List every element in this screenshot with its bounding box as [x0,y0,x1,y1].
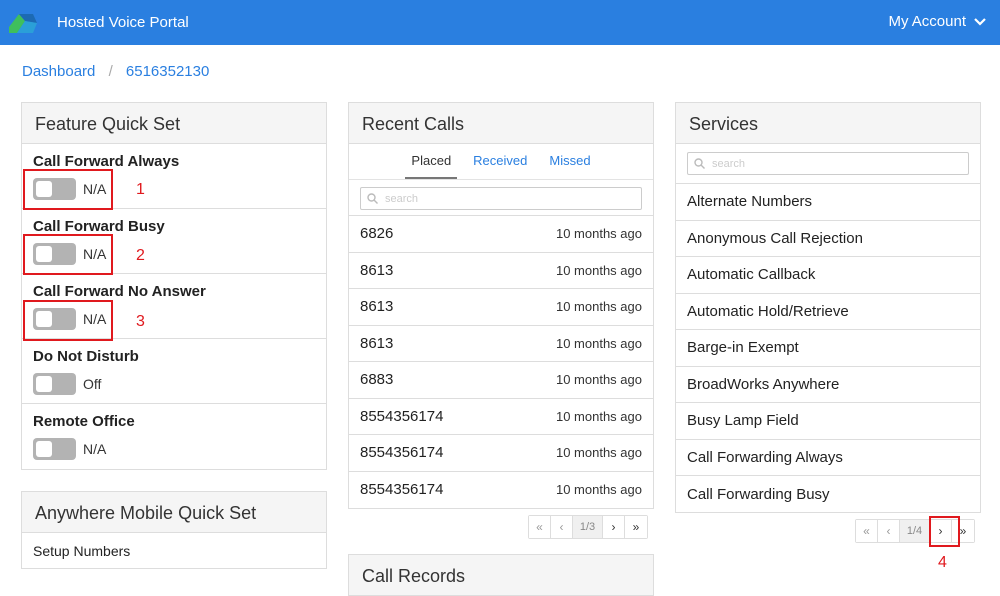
call-number: 6826 [360,225,394,243]
first-page-button[interactable]: « [529,516,551,538]
call-row[interactable]: 8554356174 10 months ago [349,399,653,435]
annotation-highlight-box [23,169,113,210]
service-item[interactable]: Automatic Hold/Retrieve [676,294,980,330]
annotation-highlight-box [23,300,113,341]
page-indicator: 1/4 [900,520,930,542]
call-row[interactable]: 8613 10 months ago [349,289,653,326]
call-time: 10 months ago [555,262,642,278]
do-not-disturb-toggle[interactable] [33,373,76,395]
call-row[interactable]: 8554356174 10 months ago [349,472,653,509]
toggle-value: Off [83,376,102,392]
service-item[interactable]: Automatic Callback [676,257,980,294]
recent-calls-search-box [360,187,642,210]
my-account-label: My Account [888,13,966,30]
service-item[interactable]: Call Forwarding Always [676,440,980,476]
toggle-value: N/A [83,441,107,457]
feature-label: Call Forward No Answer [33,283,206,300]
call-time: 10 months ago [555,372,642,388]
annotation-number: 2 [136,247,145,264]
page-indicator: 1/3 [573,516,603,538]
feature-quick-set-title: Feature Quick Set [22,103,326,144]
services-search-box [687,152,969,175]
annotation-highlight-box [929,516,960,547]
call-time: 10 months ago [555,226,642,242]
toggle-knob [36,376,52,392]
call-row[interactable]: 6826 10 months ago [349,216,653,253]
recent-calls-list: 6826 10 months ago 8613 10 months ago 8613… [349,216,653,508]
prev-page-button[interactable]: ‹ [551,516,573,538]
recent-calls-search-row [349,180,653,216]
call-number: 8613 [360,298,394,316]
call-row[interactable]: 8554356174 10 months ago [349,435,653,472]
feature-label: Do Not Disturb [33,348,139,365]
call-number: 8613 [360,261,394,279]
recent-calls-title: Recent Calls [349,103,653,144]
breadcrumb-separator: / [108,63,113,80]
prev-page-button[interactable]: ‹ [878,520,900,542]
annotation-highlight-box [23,234,113,275]
first-page-button[interactable]: « [856,520,878,542]
last-page-button[interactable]: » [625,516,647,538]
call-row[interactable]: 8613 10 months ago [349,253,653,289]
call-number: 8613 [360,334,394,352]
search-icon [367,193,378,204]
service-item[interactable]: Anonymous Call Rejection [676,221,980,257]
feature-quick-set-panel: Feature Quick Set Call Forward Always N/… [21,102,327,470]
call-records-title: Call Records [349,555,653,596]
my-account-menu[interactable]: My Account [888,13,986,30]
top-nav-bar: Hosted Voice Portal My Account [0,0,1000,45]
anywhere-mobile-panel: Anywhere Mobile Quick Set Setup Numbers [21,491,327,569]
annotation-number: 4 [938,554,947,571]
portal-logo-icon [9,14,37,33]
breadcrumb-current-number[interactable]: 6516352130 [126,63,209,80]
chevron-down-icon [974,17,986,26]
services-search-row [676,144,980,184]
recent-calls-tabs: Placed Received Missed [349,144,653,180]
call-row[interactable]: 8613 10 months ago [349,326,653,362]
recent-calls-search-input[interactable] [361,188,641,209]
feature-row-do-not-disturb: Do Not Disturb Off [22,339,326,404]
feature-label: Call Forward Always [33,153,180,170]
call-time: 10 months ago [555,408,642,424]
call-time: 10 months ago [555,299,642,315]
call-number: 6883 [360,371,394,389]
feature-row-remote-office: Remote Office N/A [22,404,326,469]
next-page-button[interactable]: › [603,516,625,538]
feature-label: Call Forward Busy [33,218,165,235]
call-time: 10 months ago [555,482,642,498]
service-item[interactable]: Busy Lamp Field [676,403,980,440]
service-item[interactable]: BroadWorks Anywhere [676,367,980,403]
setup-numbers-link[interactable]: Setup Numbers [22,533,326,568]
toggle-knob [36,441,52,457]
tab-received[interactable]: Received [467,153,533,179]
feature-label: Remote Office [33,413,135,430]
tab-placed[interactable]: Placed [405,153,458,179]
anywhere-mobile-title: Anywhere Mobile Quick Set [22,492,326,533]
app-title: Hosted Voice Portal [57,14,189,31]
service-item[interactable]: Call Forwarding Busy [676,476,980,512]
call-number: 8554356174 [360,481,444,499]
breadcrumb: Dashboard / 6516352130 [22,63,209,80]
call-row[interactable]: 6883 10 months ago [349,362,653,399]
annotation-number: 1 [136,181,145,198]
service-item[interactable]: Alternate Numbers [676,184,980,221]
services-panel: Services Alternate Numbers Anonymous Cal… [675,102,981,513]
services-search-input[interactable] [688,153,968,174]
call-time: 10 months ago [555,445,642,461]
tab-missed[interactable]: Missed [543,153,596,179]
call-number: 8554356174 [360,407,444,425]
remote-office-toggle[interactable] [33,438,76,460]
call-time: 10 months ago [555,335,642,351]
search-icon [694,158,705,169]
breadcrumb-dashboard-link[interactable]: Dashboard [22,63,95,80]
recent-calls-pager: « ‹ 1/3 › » [528,515,648,539]
services-list: Alternate Numbers Anonymous Call Rejecti… [676,184,980,512]
call-records-panel: Call Records [348,554,654,596]
services-title: Services [676,103,980,144]
call-number: 8554356174 [360,444,444,462]
recent-calls-panel: Recent Calls Placed Received Missed 6826… [348,102,654,509]
annotation-number: 3 [136,313,145,330]
service-item[interactable]: Barge-in Exempt [676,330,980,367]
